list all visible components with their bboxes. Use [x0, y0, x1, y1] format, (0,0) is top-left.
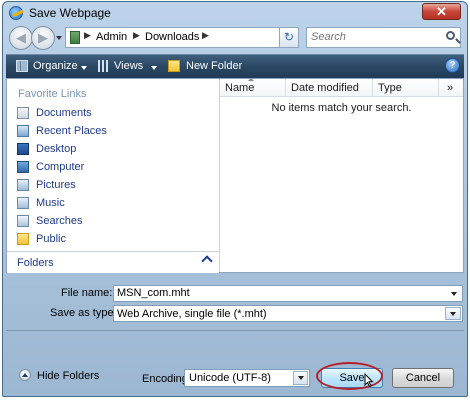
folder-location-icon	[70, 31, 80, 44]
close-button[interactable]: ✕	[422, 3, 461, 20]
breadcrumb-admin[interactable]: Admin	[96, 31, 127, 43]
encoding-select[interactable]: Unicode (UTF-8)	[184, 369, 310, 387]
breadcrumb-downloads[interactable]: Downloads	[145, 31, 199, 43]
navigation-bar: ◀ ▶ ▶ Admin ▶ Downloads ▶ ↻	[7, 26, 463, 52]
footer-divider	[6, 330, 464, 331]
breadcrumb-separator-icon[interactable]: ▶	[84, 30, 91, 41]
more-columns-button[interactable]: »	[439, 79, 463, 97]
internet-explorer-icon	[9, 6, 23, 20]
window-title: Save Webpage	[29, 6, 111, 20]
hide-folders-button[interactable]: Hide Folders	[19, 368, 109, 384]
sort-ascending-icon	[248, 78, 254, 81]
file-name-input[interactable]	[117, 287, 437, 299]
recent-pages-dropdown-icon[interactable]	[56, 36, 62, 40]
favorite-link-documents[interactable]: Documents	[13, 105, 213, 122]
save-as-type-label: Save as type:	[50, 307, 117, 319]
favorite-link-label: Computer	[36, 161, 85, 173]
column-header-label: Date modified	[291, 82, 359, 94]
forward-button[interactable]: ▶	[31, 26, 55, 50]
recent-places-icon	[17, 125, 29, 137]
searches-icon	[17, 215, 29, 227]
folders-label: Folders	[17, 257, 54, 269]
new-folder-button[interactable]: New Folder	[186, 60, 242, 72]
command-toolbar: Organize Views New Folder ?	[6, 54, 464, 78]
favorite-link-label: Documents	[36, 107, 92, 119]
organize-icon	[16, 60, 28, 72]
organize-dropdown-icon[interactable]	[81, 66, 87, 70]
views-dropdown-icon[interactable]	[151, 66, 157, 70]
views-icon	[98, 60, 110, 72]
computer-icon	[17, 161, 29, 173]
hide-folders-label: Hide Folders	[37, 370, 100, 382]
navigation-pane: Favorite Links Documents Recent Places D…	[7, 79, 220, 273]
folders-toggle[interactable]: Folders	[7, 251, 219, 273]
encoding-dropdown-icon[interactable]	[293, 371, 308, 385]
back-button[interactable]: ◀	[9, 26, 33, 50]
title-bar: Save Webpage ✕	[3, 2, 467, 24]
documents-icon	[17, 107, 29, 119]
encoding-value: Unicode (UTF-8)	[189, 372, 271, 384]
favorite-link-recent-places[interactable]: Recent Places	[13, 123, 213, 140]
chevron-up-icon[interactable]	[201, 255, 213, 267]
public-icon	[17, 233, 29, 245]
pictures-icon	[17, 179, 29, 191]
column-header-date-modified[interactable]: Date modified	[286, 79, 373, 97]
views-button[interactable]: Views	[114, 60, 143, 72]
favorite-link-label: Desktop	[36, 143, 77, 155]
breadcrumb-separator-icon[interactable]: ▶	[133, 30, 140, 41]
search-input[interactable]	[311, 31, 436, 43]
empty-folder-message: No items match your search.	[271, 102, 412, 114]
favorite-link-label: Recent Places	[36, 125, 107, 137]
favorite-link-label: Public	[36, 233, 66, 245]
favorite-link-computer[interactable]: Computer	[13, 159, 213, 176]
save-webpage-dialog: Save Webpage ✕ ◀ ▶ ▶ Admin ▶ Downloads ▶…	[2, 1, 468, 397]
more-columns-icon: »	[447, 82, 454, 94]
address-bar[interactable]: ▶ Admin ▶ Downloads ▶	[65, 27, 298, 48]
save-as-type-select[interactable]: Web Archive, single file (*.mht)	[113, 305, 463, 322]
breadcrumb-separator-icon[interactable]: ▶	[202, 30, 209, 41]
browser-content: Favorite Links Documents Recent Places D…	[6, 78, 464, 273]
column-header-name[interactable]: Name	[220, 78, 286, 97]
new-folder-icon	[168, 60, 180, 72]
file-name-label: File name:	[61, 287, 113, 299]
save-as-type-value: Web Archive, single file (*.mht)	[117, 308, 267, 320]
save-as-type-dropdown-icon[interactable]	[445, 307, 461, 320]
search-icon[interactable]	[446, 31, 455, 40]
cancel-button[interactable]: Cancel	[392, 368, 454, 388]
search-box[interactable]	[306, 27, 461, 48]
refresh-button[interactable]: ↻	[279, 27, 299, 48]
favorite-link-pictures[interactable]: Pictures	[13, 177, 213, 194]
organize-button[interactable]: Organize	[33, 60, 78, 72]
column-header-label: Name	[225, 82, 255, 94]
favorite-link-label: Searches	[36, 215, 83, 227]
music-icon	[17, 197, 29, 209]
column-header-label: Type	[378, 82, 402, 94]
favorite-link-music[interactable]: Music	[13, 195, 213, 212]
favorite-link-label: Pictures	[36, 179, 76, 191]
file-name-combobox[interactable]	[113, 285, 463, 302]
collapse-icon	[19, 369, 31, 381]
column-header-type[interactable]: Type	[373, 79, 439, 97]
favorite-link-label: Music	[36, 197, 65, 209]
mouse-cursor-icon	[364, 373, 374, 388]
favorite-link-public[interactable]: Public	[13, 231, 213, 248]
desktop-icon	[17, 143, 29, 155]
help-icon[interactable]: ?	[445, 58, 460, 73]
file-name-dropdown-icon[interactable]	[451, 292, 457, 296]
favorite-links-header: Favorite Links	[18, 88, 87, 100]
favorite-link-desktop[interactable]: Desktop	[13, 141, 213, 158]
file-list-pane: Name Date modified Type » No items match…	[220, 78, 463, 272]
favorite-link-searches[interactable]: Searches	[13, 213, 213, 230]
